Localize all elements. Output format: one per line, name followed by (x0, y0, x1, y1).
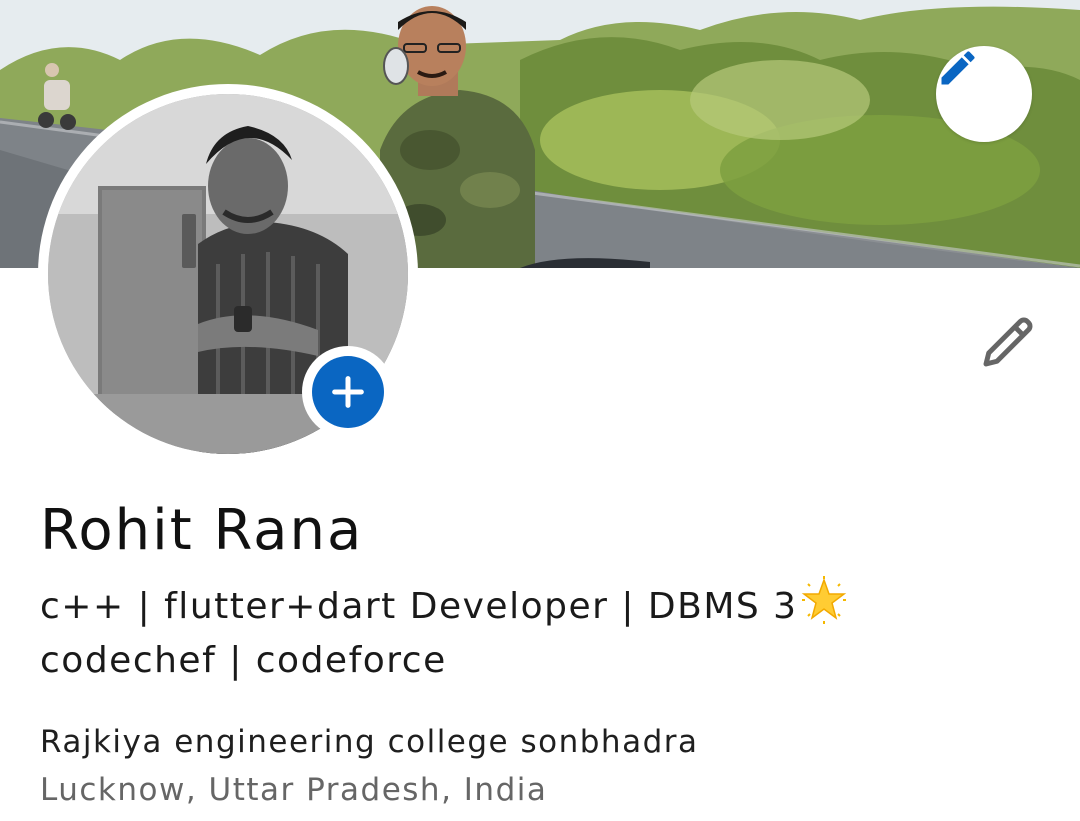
glowing-star-icon (801, 576, 846, 624)
profile-location: Lucknow, Uttar Pradesh, India (40, 772, 548, 808)
profile-headline: c++ | flutter+dart Developer | DBMS 3 co… (40, 576, 940, 688)
edit-intro-button[interactable] (970, 304, 1046, 380)
plus-icon (332, 376, 364, 408)
profile-name: Rohit Rana (40, 498, 364, 563)
profile-education[interactable]: Rajkiya engineering college sonbhadra (40, 724, 699, 760)
edit-cover-button[interactable] (936, 46, 1032, 142)
headline-line-1: c++ | flutter+dart Developer | DBMS 3 (40, 576, 940, 634)
pencil-icon (983, 317, 1033, 367)
add-profile-photo-button[interactable] (302, 346, 394, 438)
pencil-icon (941, 51, 975, 85)
add-photo-circle (312, 356, 384, 428)
profile-page: Rohit Rana c++ | flutter+dart Developer … (0, 0, 1080, 821)
headline-line-2: codechef | codeforce (40, 640, 447, 681)
